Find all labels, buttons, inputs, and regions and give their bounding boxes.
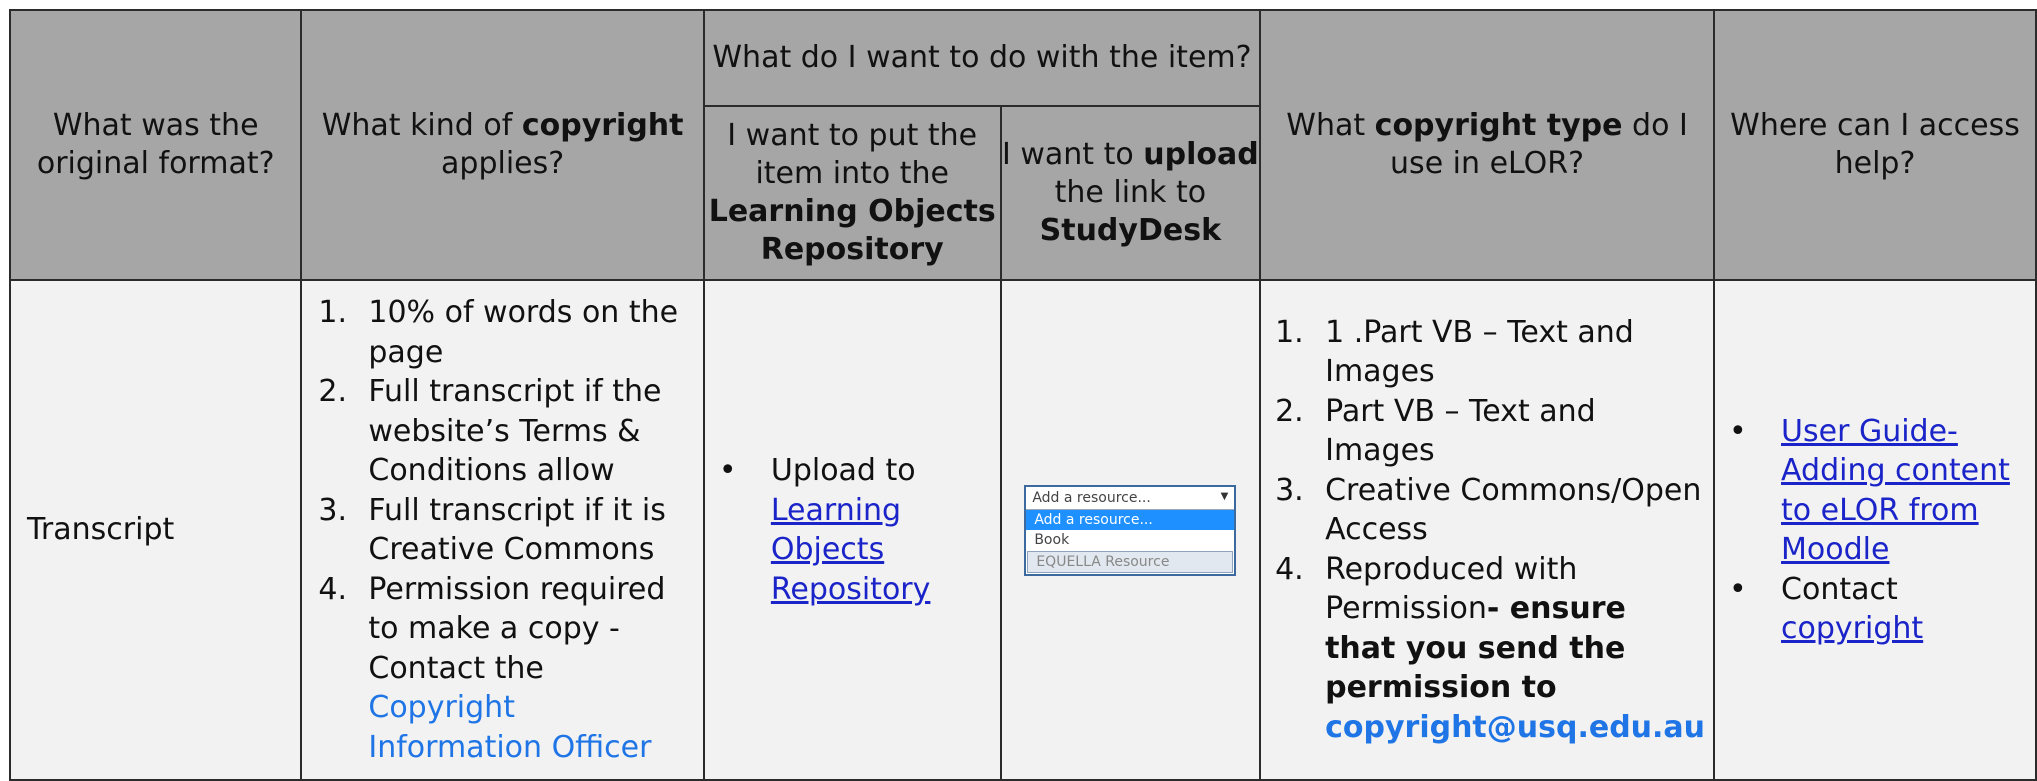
cell-access-help: • User Guide- Adding content to eLOR from… bbox=[1713, 279, 2037, 781]
list-item: 2. Full transcript if the website’s Terms… bbox=[318, 374, 662, 488]
repository-list: • Upload to Learning Objects Repository bbox=[711, 451, 1000, 609]
user-guide-link[interactable]: User Guide- Adding content to eLOR from … bbox=[1781, 414, 2010, 568]
dropdown-option[interactable]: EQUELLA Resource bbox=[1027, 550, 1234, 573]
list-item: 4. Permission required to make a copy - C… bbox=[318, 571, 666, 765]
copyright-type-list: 1. 1 .Part VB – Text and Images 2. Part VB… bbox=[1275, 313, 1705, 748]
list-item: 3. Full transcript if it is Creative Com… bbox=[318, 492, 666, 568]
list-item: • Contact copyright bbox=[1729, 571, 1924, 647]
cell-format: Transcript bbox=[8, 279, 303, 781]
add-resource-dropdown[interactable]: Add a resource... ▼ Add a resource... Boo… bbox=[1024, 484, 1237, 576]
header-what-to-do: What do I want to do with the item? bbox=[702, 9, 1262, 107]
contact-copyright-link[interactable]: copyright bbox=[1781, 611, 1923, 646]
list-item: • User Guide- Adding content to eLOR from… bbox=[1729, 413, 2010, 568]
list-item: 4. Reproduced with Permission- ensure tha… bbox=[1275, 551, 1706, 745]
dropdown-option[interactable]: Add a resource... bbox=[1026, 509, 1235, 530]
chevron-down-icon: ▼ bbox=[1220, 490, 1229, 502]
copyright-email[interactable]: copyright@usq.edu.au bbox=[1325, 710, 1705, 745]
cell-copyright-kind: 1. 10% of words on the page 2. Full transc… bbox=[300, 279, 705, 781]
header-upload-link: I want to upload the link to StudyDesk bbox=[999, 105, 1262, 281]
cell-copyright-type: 1. 1 .Part VB – Text and Images 2. Part VB… bbox=[1259, 279, 1716, 781]
header-put-into-repository: I want to put the item into the Learning… bbox=[702, 105, 1002, 281]
cell-repository: • Upload to Learning Objects Repository bbox=[702, 279, 1002, 781]
header-access-help: Where can I access help? bbox=[1713, 9, 2037, 281]
list-item: 3. Creative Commons/Open Access bbox=[1275, 472, 1702, 548]
header-copyright-kind: What kind of copyright applies? bbox=[300, 9, 705, 281]
help-list: • User Guide- Adding content to eLOR from… bbox=[1721, 412, 2029, 649]
cell-upload-link: Add a resource... ▼ Add a resource... Boo… bbox=[999, 279, 1262, 781]
list-item: 1. 10% of words on the page bbox=[318, 295, 679, 370]
copyright-guide-table: What was the original format? What kind … bbox=[8, 9, 2037, 781]
list-item: • Upload to Learning Objects Repository bbox=[718, 453, 931, 607]
list-item: 2. Part VB – Text and Images bbox=[1275, 393, 1596, 469]
learning-objects-repository-link[interactable]: Learning Objects Repository bbox=[771, 493, 931, 607]
dropdown-option[interactable]: Book bbox=[1026, 530, 1234, 550]
copyright-officer-link[interactable]: Copyright Information Officer bbox=[368, 690, 651, 765]
header-original-format: What was the original format? bbox=[8, 9, 303, 281]
dropdown-selected[interactable]: Add a resource... ▼ bbox=[1026, 487, 1235, 510]
copyright-kind-list: 1. 10% of words on the page 2. Full transc… bbox=[318, 293, 692, 767]
list-item: 1. 1 .Part VB – Text and Images bbox=[1275, 314, 1634, 390]
header-copyright-type: What copyright type do I use in eLOR? bbox=[1259, 9, 1716, 281]
format-value: Transcript bbox=[27, 512, 175, 548]
